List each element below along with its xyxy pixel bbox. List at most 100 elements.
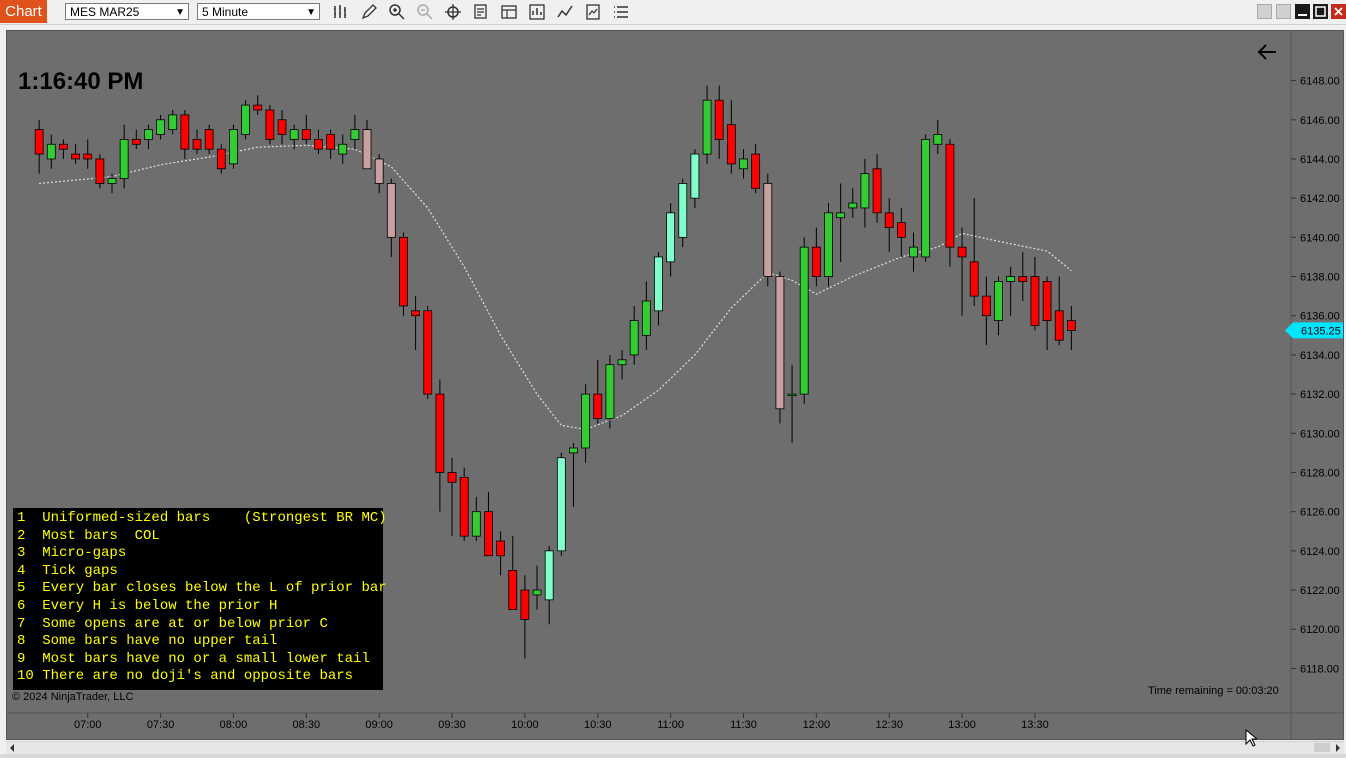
pencil-icon[interactable] [360, 3, 378, 21]
price-tick-label: 6124.00 [1300, 546, 1340, 558]
candle-body [884, 212, 894, 228]
candle-body [59, 143, 68, 150]
candle-body [678, 183, 688, 238]
chart-tab[interactable]: Chart [0, 0, 47, 23]
template-icon[interactable] [584, 3, 602, 21]
candle-body [726, 124, 736, 165]
candle-body [1042, 281, 1052, 322]
candle-body [411, 310, 421, 317]
candle-body [1006, 276, 1016, 282]
price-tick-label: 6140.00 [1300, 232, 1340, 244]
candle-body [641, 300, 651, 336]
minimize-icon[interactable] [1295, 4, 1310, 19]
candle-body [399, 236, 408, 307]
candle-body [46, 143, 56, 160]
bars-icon[interactable] [332, 3, 350, 21]
candle-body [994, 281, 1003, 322]
horizontal-scrollbar[interactable] [6, 741, 1344, 754]
data-box-icon[interactable] [472, 3, 490, 21]
price-tick-label: 6130.00 [1300, 428, 1340, 440]
candle-body [921, 138, 931, 258]
crosshair-icon[interactable] [444, 3, 462, 21]
candle-body [71, 153, 80, 160]
interval-select[interactable]: 5 Minute ▼ [197, 3, 320, 20]
candle-body [520, 589, 530, 620]
indicator-icon[interactable] [556, 3, 574, 21]
candle-body [969, 261, 979, 297]
time-tick-label: 07:00 [74, 719, 102, 731]
candle-body [314, 138, 323, 150]
candle-body [119, 138, 129, 179]
maximize-icon[interactable] [1313, 4, 1328, 19]
tile-icon[interactable] [1276, 4, 1291, 19]
time-tick-label: 10:00 [511, 719, 539, 731]
current-time-label: 1:16:40 PM [18, 68, 144, 95]
candle-body [896, 222, 906, 238]
note-line: 8 Some bars have no upper tail [17, 633, 278, 650]
candle-body [654, 256, 663, 312]
candle-body [751, 153, 761, 189]
instrument-select[interactable]: MES MAR25 ▼ [65, 3, 189, 20]
note-line: 9 Most bars have no or a small lower tai… [17, 650, 370, 667]
time-tick-label: 11:00 [657, 719, 684, 731]
candle-body [423, 310, 433, 395]
time-tick-label: 13:30 [1021, 719, 1049, 731]
candle-body [362, 129, 372, 170]
candle-body [824, 212, 833, 277]
candle-body [556, 457, 566, 552]
scroll-left-icon[interactable] [8, 743, 16, 753]
zoom-out-icon[interactable] [416, 3, 434, 21]
price-tick-label: 6138.00 [1300, 272, 1340, 284]
candle-body [229, 129, 238, 165]
candle-body [933, 134, 943, 145]
last-price-label: 6135.25 [1301, 325, 1341, 337]
candle-body [107, 178, 117, 184]
time-tick-label: 11:30 [730, 719, 757, 731]
time-tick-label: 10:30 [584, 719, 612, 731]
strategy-icon[interactable] [528, 3, 546, 21]
time-tick-label: 09:00 [365, 719, 393, 731]
candle-body [690, 153, 700, 199]
price-tick-label: 6128.00 [1300, 467, 1340, 479]
instrument-select-value: MES MAR25 [70, 5, 140, 19]
time-remaining-text: Time remaining = 00:03:20 [1148, 685, 1279, 697]
candle-body [581, 393, 591, 449]
candle-body [666, 212, 676, 263]
candle-body [763, 183, 773, 277]
time-tick-label: 07:30 [147, 719, 175, 731]
candle-body [848, 202, 858, 209]
close-icon[interactable] [1331, 4, 1346, 19]
scrollbar-thumb[interactable] [1314, 743, 1330, 752]
tile-icon[interactable] [1257, 4, 1272, 19]
candle-body [714, 99, 724, 140]
price-tick-label: 6144.00 [1300, 154, 1340, 166]
candle-body [957, 246, 967, 258]
candle-body [569, 447, 578, 454]
price-tick-label: 6126.00 [1300, 507, 1340, 519]
time-tick-label: 12:30 [875, 719, 903, 731]
scroll-right-icon[interactable] [1334, 743, 1342, 753]
list-icon[interactable] [612, 3, 630, 21]
candle-body [860, 173, 870, 209]
candle-body [617, 359, 627, 366]
moving-average-line [39, 144, 1072, 431]
candle-body [326, 134, 335, 150]
candle-body [1066, 320, 1076, 331]
zoom-in-icon[interactable] [388, 3, 406, 21]
candle-body [787, 393, 797, 396]
back-arrow-icon[interactable] [1256, 42, 1278, 62]
chart-toolbar: Chart MES MAR25 ▼ 5 Minute ▼ [0, 0, 1346, 25]
candle-body [216, 148, 226, 170]
time-tick-label: 08:00 [220, 719, 248, 731]
price-tick-label: 6120.00 [1300, 624, 1340, 636]
candle-body [131, 138, 141, 145]
candle-body [629, 320, 639, 356]
candle-body [34, 129, 44, 155]
note-line: 1 Uniformed-sized bars (Strongest BR MC) [17, 510, 387, 526]
properties-icon[interactable] [500, 3, 518, 21]
candle-body [192, 138, 202, 150]
candle-body [301, 129, 311, 140]
copyright-text: © 2024 NinjaTrader, LLC [12, 691, 134, 703]
candle-body [180, 114, 190, 150]
candle-body [350, 129, 360, 140]
